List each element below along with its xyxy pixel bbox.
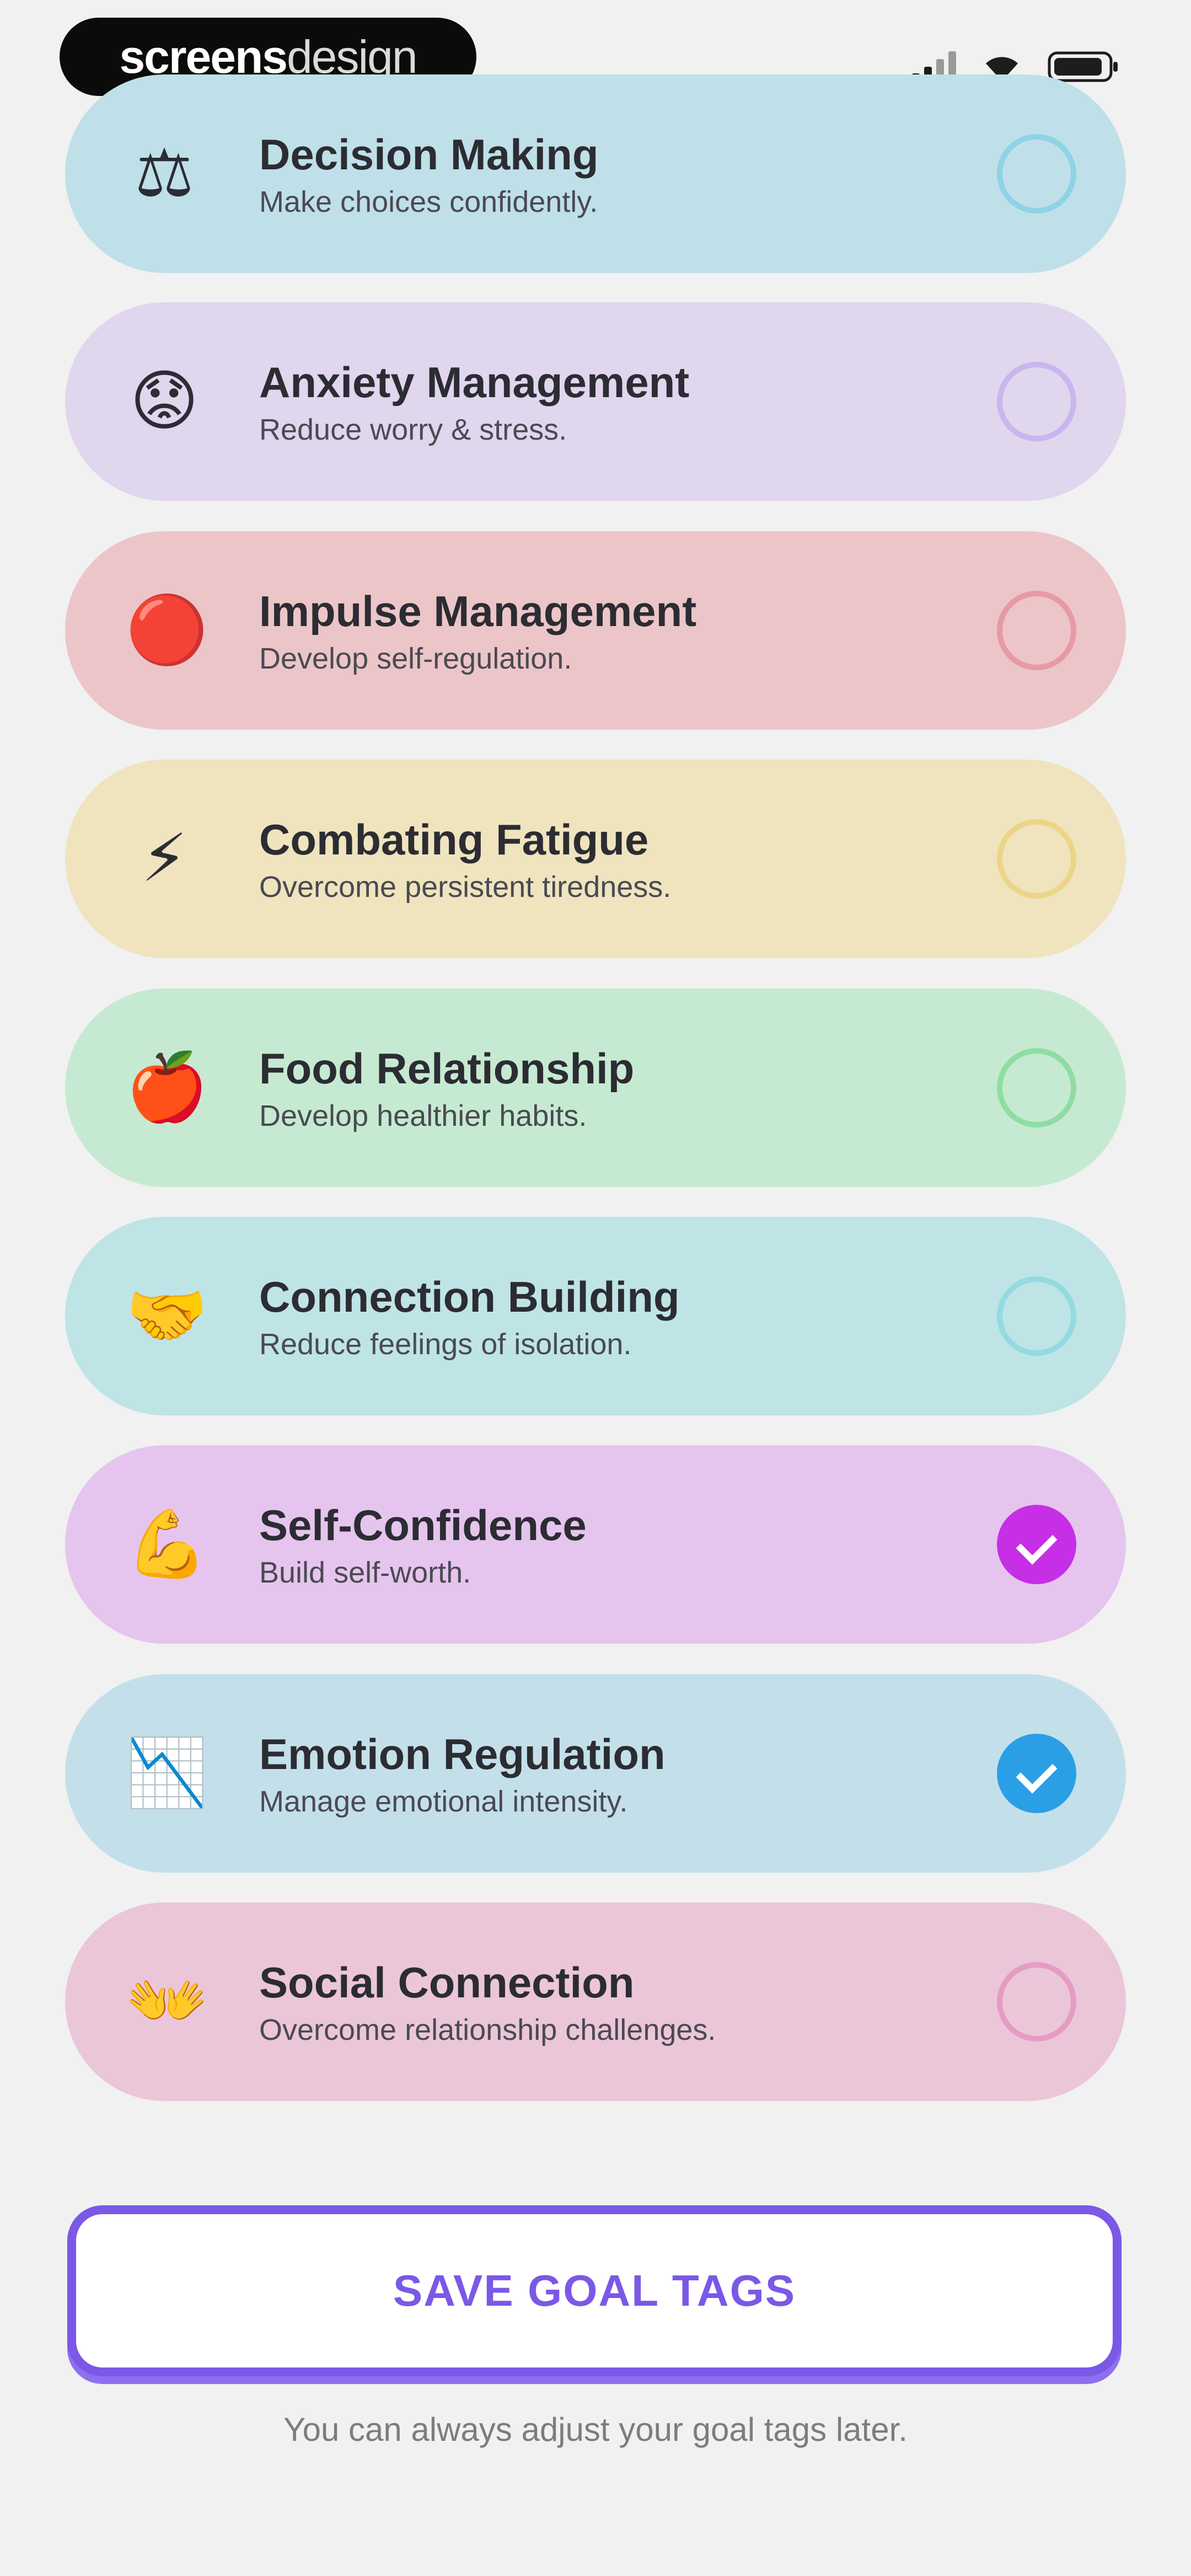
flexed-biceps-icon: 💪 <box>126 1506 208 1583</box>
red-circle-icon: 🔴 <box>126 592 208 669</box>
goal-title: Decision Making <box>259 130 599 179</box>
checked-circle-icon[interactable] <box>997 1734 1076 1813</box>
goal-card[interactable]: 👐 Social Connection Overcome relationship … <box>65 1902 1126 2101</box>
save-goal-tags-button[interactable]: SAVE GOAL TAGS <box>67 2205 1122 2376</box>
goal-subtitle: Overcome relationship challenges. <box>259 2013 716 2046</box>
people-icon: 👐 <box>126 1963 208 2040</box>
goal-card[interactable]: 💪 Self-Confidence Build self-worth. <box>65 1445 1126 1644</box>
goal-card[interactable]: 📉 Emotion Regulation Manage emotional inte… <box>65 1674 1126 1873</box>
goal-title: Impulse Management <box>259 587 697 635</box>
handshake-icon: 🤝 <box>126 1278 208 1354</box>
scales-icon: ⚖ <box>135 135 194 212</box>
goal-title: Self-Confidence <box>259 1501 587 1549</box>
goal-card[interactable]: 😟 Anxiety Management Reduce worry & stress… <box>65 302 1126 501</box>
goal-subtitle: Reduce worry & stress. <box>259 413 567 446</box>
goal-subtitle: Develop healthier habits. <box>259 1099 587 1132</box>
battery-icon <box>1048 50 1119 83</box>
goal-card[interactable]: 🍎 Food Relationship Develop healthier habi… <box>65 988 1126 1187</box>
lightning-icon: ⚡ <box>141 820 188 897</box>
empty-circle-icon[interactable] <box>997 591 1076 670</box>
goal-subtitle: Overcome persistent tiredness. <box>259 870 672 904</box>
goal-subtitle: Build self-worth. <box>259 1556 471 1589</box>
apple-icon: 🍎 <box>126 1049 208 1126</box>
checkmark-icon <box>1016 1752 1058 1794</box>
checked-circle-icon[interactable] <box>997 1505 1076 1584</box>
goal-card[interactable]: 🔴 Impulse Management Develop self-regulati… <box>65 531 1126 730</box>
empty-circle-icon[interactable] <box>997 1276 1076 1356</box>
goal-title: Emotion Regulation <box>259 1730 666 1778</box>
goal-title: Connection Building <box>259 1273 680 1321</box>
worried-face-icon: 😟 <box>130 363 199 440</box>
checkmark-icon <box>1016 1523 1058 1565</box>
goal-card[interactable]: 🤝 Connection Building Reduce feelings of i… <box>65 1217 1126 1415</box>
goal-subtitle: Reduce feelings of isolation. <box>259 1328 632 1361</box>
goal-card[interactable]: ⚖ Decision Making Make choices confidently… <box>65 74 1126 273</box>
empty-circle-icon[interactable] <box>997 819 1076 899</box>
goal-title: Combating Fatigue <box>259 815 649 864</box>
empty-circle-icon[interactable] <box>997 362 1076 441</box>
empty-circle-icon[interactable] <box>997 1962 1076 2041</box>
goal-subtitle: Make choices confidently. <box>259 185 598 218</box>
goal-subtitle: Develop self-regulation. <box>259 642 572 675</box>
empty-circle-icon[interactable] <box>997 134 1076 213</box>
goal-subtitle: Manage emotional intensity. <box>259 1785 628 1818</box>
goal-title: Food Relationship <box>259 1044 635 1093</box>
goal-card[interactable]: ⚡ Combating Fatigue Overcome persistent ti… <box>65 760 1126 958</box>
adjust-hint-text: You can always adjust your goal tags lat… <box>283 2411 908 2448</box>
empty-circle-icon[interactable] <box>997 1048 1076 1127</box>
goal-title: Social Connection <box>259 1958 635 2007</box>
chart-icon: 📉 <box>126 1735 208 1811</box>
goal-title: Anxiety Management <box>259 358 690 407</box>
